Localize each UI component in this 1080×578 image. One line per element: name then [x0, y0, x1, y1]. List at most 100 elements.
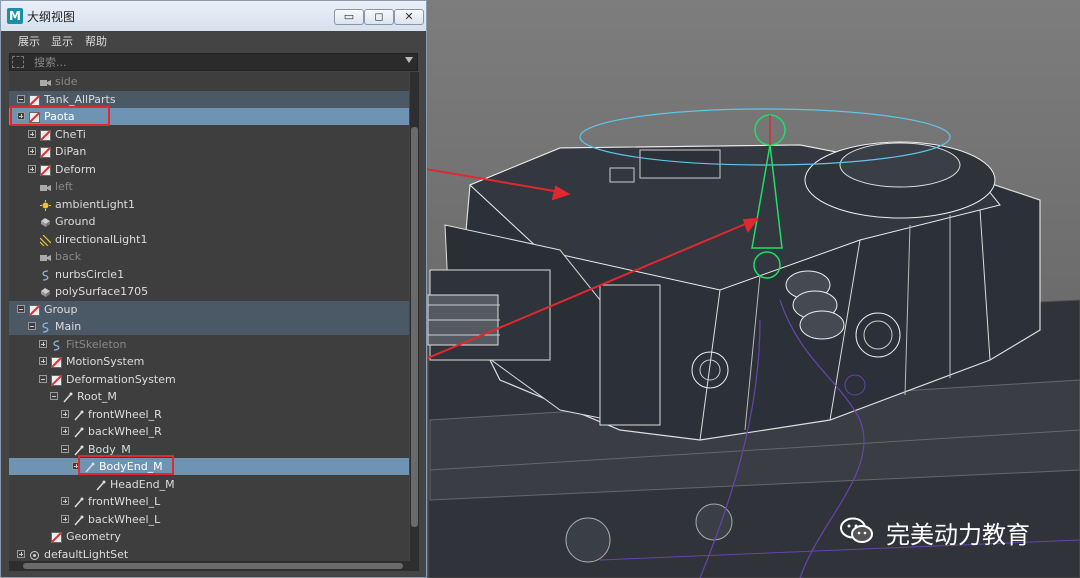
search-bar	[9, 53, 418, 71]
tree-row-label: polySurface1705	[55, 285, 149, 298]
tree-row-label: side	[55, 75, 78, 88]
tree-row[interactable]: Geometry	[9, 528, 409, 545]
expand-icon[interactable]	[39, 357, 47, 365]
tree-row[interactable]: backWheel_L	[9, 511, 409, 528]
close-button[interactable]: ✕	[394, 9, 424, 25]
joint-icon	[73, 426, 84, 438]
tree-row[interactable]: polySurface1705	[9, 283, 409, 300]
tree-row-label: frontWheel_R	[88, 407, 162, 421]
chevron-down-icon[interactable]	[405, 57, 413, 63]
collapse-icon[interactable]	[17, 304, 25, 313]
restore-button[interactable]: ◻	[364, 9, 394, 25]
tree-row-label: FitSkeleton	[66, 337, 127, 351]
expand-icon[interactable]	[28, 147, 36, 155]
tree-row[interactable]: Deform	[9, 161, 409, 178]
outliner-tree: side Tank_AllParts Paota CheTi DiPan Deform le…	[9, 72, 409, 561]
tree-row-label: MotionSystem	[66, 355, 145, 368]
tree-row[interactable]: frontWheel_R	[9, 406, 409, 423]
nurbs-curve-icon	[40, 269, 51, 281]
tree-row[interactable]: Ground	[9, 213, 409, 230]
vertical-scrollbar[interactable]	[410, 72, 419, 561]
expand-icon[interactable]	[61, 514, 69, 523]
tree-row[interactable]: Group	[9, 300, 409, 318]
group-transform-icon	[51, 374, 62, 386]
tree-row-label: Deform	[55, 162, 96, 176]
window-title: 大纲视图	[27, 10, 76, 24]
collapse-icon[interactable]	[61, 444, 69, 453]
collapse-icon[interactable]	[28, 322, 36, 330]
tree-row-label: Ground	[55, 215, 96, 228]
expand-icon[interactable]	[28, 164, 36, 173]
horizontal-scroll-thumb[interactable]	[23, 563, 403, 569]
group-transform-icon	[29, 94, 40, 106]
tree-row[interactable]: Body_M	[9, 441, 409, 458]
group-transform-icon	[40, 164, 51, 176]
horizontal-scrollbar[interactable]	[9, 561, 419, 571]
menu-show[interactable]: 显示	[51, 33, 73, 49]
search-options-icon[interactable]	[12, 56, 24, 68]
camera-icon	[40, 251, 51, 262]
collapse-icon[interactable]	[39, 374, 47, 383]
outliner-window[interactable]: M 大纲视图 ▭ ◻ ✕ 展示 显示 帮助 sideTank_AllPartsP…	[0, 0, 427, 578]
group-transform-icon	[51, 356, 62, 368]
search-input[interactable]	[34, 54, 394, 70]
tree-row-label: HeadEnd_M	[110, 477, 175, 491]
vertical-scroll-thumb[interactable]	[411, 127, 418, 527]
annotation-box-bodyend	[78, 455, 174, 475]
group-transform-icon	[40, 129, 51, 141]
tree-row[interactable]: MotionSystem	[9, 353, 409, 370]
watermark-text: 完美动力教育	[886, 521, 1030, 549]
tree-row[interactable]: Tank_AllParts	[9, 90, 409, 108]
tree-row[interactable]: BodyEnd_M	[9, 458, 409, 475]
minimize-button[interactable]: ▭	[334, 9, 364, 25]
tree-row[interactable]: DeformationSystem	[9, 371, 409, 388]
collapse-icon[interactable]	[50, 392, 58, 400]
expand-icon[interactable]	[61, 427, 69, 435]
expand-icon[interactable]	[61, 409, 69, 418]
light-set-icon	[29, 549, 40, 560]
tree-row[interactable]: DiPan	[9, 143, 409, 160]
joint-icon	[73, 514, 84, 525]
tree-row[interactable]: Main	[9, 318, 409, 335]
menu-help[interactable]: 帮助	[85, 33, 107, 49]
tree-row[interactable]: CheTi	[9, 126, 409, 143]
menu-bar: 展示 显示 帮助	[1, 31, 426, 51]
expand-icon[interactable]	[61, 497, 69, 505]
tree-row[interactable]: left	[9, 178, 409, 195]
wechat-icon	[840, 517, 873, 543]
tree-row-label: Main	[55, 320, 82, 333]
expand-icon[interactable]	[17, 549, 25, 558]
tree-row-label: defaultLightSet	[44, 547, 129, 561]
watermark: 完美动力教育	[840, 515, 1080, 549]
maya-logo-icon: M	[7, 8, 23, 24]
camera-icon	[40, 76, 51, 87]
tree-row[interactable]: ambientLight1	[9, 196, 409, 213]
title-bar[interactable]: M 大纲视图 ▭ ◻ ✕	[1, 1, 426, 32]
collapse-icon[interactable]	[17, 94, 25, 103]
tree-row-label: ambientLight1	[55, 197, 135, 211]
tree-row[interactable]: side	[9, 73, 409, 90]
expand-icon[interactable]	[39, 339, 47, 348]
nurbs-curve-icon	[51, 339, 62, 351]
tree-row-label: frontWheel_L	[88, 495, 161, 508]
nurbs-curve-icon	[40, 321, 51, 333]
tree-row-label: Root_M	[77, 390, 117, 403]
tree-row[interactable]: FitSkeleton	[9, 336, 409, 353]
tree-row[interactable]: directionalLight1	[9, 231, 409, 248]
tree-row[interactable]: frontWheel_L	[9, 493, 409, 510]
tree-row-label: nurbsCircle1	[55, 267, 125, 281]
expand-icon[interactable]	[28, 129, 36, 138]
menu-display[interactable]: 展示	[18, 33, 40, 49]
tree-row-label: back	[55, 250, 82, 263]
tree-row[interactable]: Root_M	[9, 388, 409, 405]
tree-row-label: Tank_AllParts	[44, 92, 116, 106]
mesh-icon	[40, 216, 51, 227]
tree-row[interactable]: nurbsCircle1	[9, 266, 409, 283]
camera-icon	[40, 181, 51, 192]
tree-row[interactable]: backWheel_R	[9, 423, 409, 440]
tree-row-label: DeformationSystem	[66, 372, 176, 386]
tree-row[interactable]: defaultLightSet	[9, 546, 409, 562]
tree-row-label: backWheel_L	[88, 512, 161, 526]
tree-row[interactable]: HeadEnd_M	[9, 476, 409, 493]
tree-row[interactable]: back	[9, 248, 409, 265]
